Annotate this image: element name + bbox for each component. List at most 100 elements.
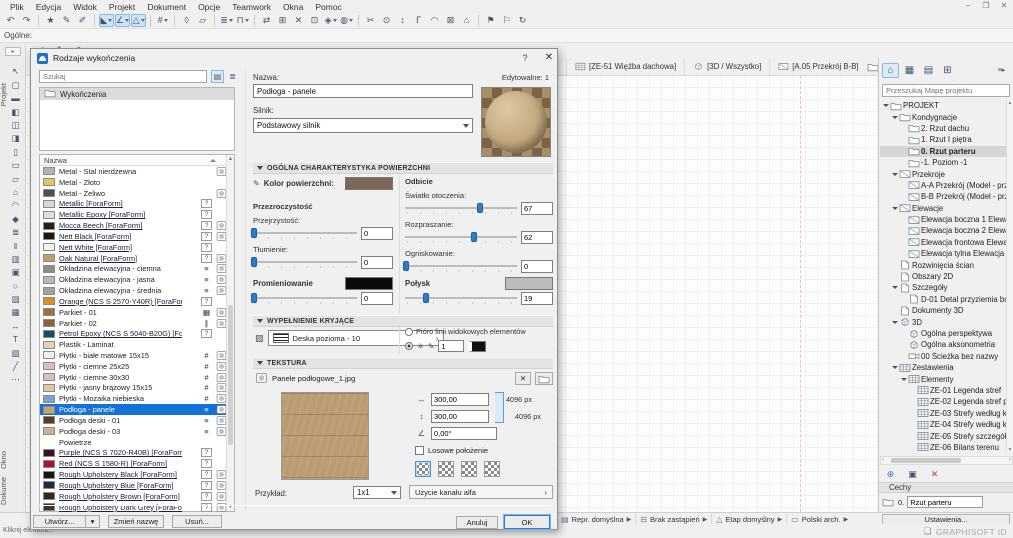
snap-grid-icon[interactable]: #: [155, 14, 170, 27]
railing-tool-icon[interactable]: ‖: [7, 239, 24, 252]
tree-item[interactable]: Ogólna perspektywa: [880, 328, 1006, 339]
tree-item[interactable]: 2. Rzut dachu: [880, 123, 1006, 134]
expand-caret-icon[interactable]: [892, 172, 898, 176]
undo-icon[interactable]: ↶: [3, 14, 18, 27]
marquee-tool-icon[interactable]: ▢: [7, 78, 24, 91]
texture-browse-button[interactable]: [535, 372, 553, 385]
material-row[interactable]: Okładzina elewacyjna - średnia ≡: [40, 285, 227, 296]
favorites-icon[interactable]: ★: [43, 14, 58, 27]
material-row[interactable]: Parkiet - 02 ∥: [40, 318, 227, 329]
tree-item[interactable]: Przekroje: [880, 168, 1006, 179]
text-tool-icon[interactable]: T: [7, 333, 24, 346]
view-map-icon[interactable]: ▦: [901, 63, 918, 78]
quick-option-etap-domy-lny[interactable]: △ Etap domyślny ▶: [711, 514, 786, 524]
surface-color-swatch[interactable]: [345, 177, 393, 190]
random-origin-checkbox[interactable]: [415, 446, 424, 455]
pick-up-parameters-icon[interactable]: ✐: [75, 14, 90, 27]
line-options-icon[interactable]: ◣: [99, 14, 114, 27]
palette-tab-dokument[interactable]: Dokume: [0, 477, 8, 505]
material-row[interactable]: Podłoga - panele ≡: [40, 404, 227, 416]
palette-header-icon[interactable]: ▸: [5, 47, 21, 56]
beam-tool-icon[interactable]: ▭: [7, 159, 24, 172]
materials-scrollbar[interactable]: ▲ ▼: [226, 155, 234, 511]
window-tool-icon[interactable]: ◫: [7, 119, 24, 132]
menu-pomoc[interactable]: Pomoc: [309, 2, 347, 12]
zone-tool-icon[interactable]: ▨: [7, 293, 24, 306]
minimize-icon[interactable]: –: [963, 1, 973, 10]
emission-slider[interactable]: [251, 292, 357, 305]
view-pen-radio[interactable]: [405, 327, 413, 336]
material-row[interactable]: Płytki - jasny brązowy 15x15 #: [40, 383, 227, 394]
emission-value[interactable]: [361, 292, 393, 305]
tree-item[interactable]: 00 Ścieżka bez nazwy: [880, 351, 1006, 362]
diffuse-slider[interactable]: [405, 231, 517, 244]
shell-tool-icon[interactable]: ◠: [7, 199, 24, 212]
menu-okna[interactable]: Okna: [277, 2, 309, 12]
menu-plik[interactable]: Plik: [4, 2, 30, 12]
project-map-icon[interactable]: ⌂: [882, 63, 899, 78]
section-surface-header[interactable]: OGÓLNA CHARAKTERYSTYKA POWIERZCHNI: [253, 162, 553, 174]
mirror-none-icon[interactable]: [415, 461, 431, 477]
properties-section-header[interactable]: Cechy: [879, 482, 1013, 493]
create-dropdown-icon[interactable]: ▾: [86, 515, 100, 528]
transparency-slider[interactable]: [251, 227, 357, 240]
fillet-icon[interactable]: ◠: [427, 14, 442, 27]
move-icon[interactable]: ⇄: [259, 14, 274, 27]
texture-height-input[interactable]: [431, 409, 489, 423]
material-row[interactable]: Mocca Beech [ForaForm]?: [40, 220, 227, 231]
tree-item[interactable]: Elewacja tylna Elewacja tylna (Mo: [880, 248, 1006, 259]
close-icon[interactable]: ✕: [999, 1, 1009, 10]
story-name-input[interactable]: [907, 496, 984, 508]
pen-color-swatch[interactable]: [468, 340, 487, 352]
lamp-tool-icon[interactable]: ○: [7, 279, 24, 292]
list-view-icon[interactable]: ≣: [226, 70, 239, 83]
navigator-menu-icon[interactable]: ≡▸: [993, 63, 1010, 78]
material-row[interactable]: Metallic Epoxy [ForaForm]?: [40, 209, 227, 220]
tree-item[interactable]: Elementy: [880, 373, 1006, 384]
expand-caret-icon[interactable]: [892, 320, 898, 324]
list-header[interactable]: Nazwa: [40, 155, 234, 166]
material-row[interactable]: Płytki - Mozaika niebieska #: [40, 393, 227, 404]
material-row[interactable]: Red (NCS S 1580-R) [ForaForm]?: [40, 458, 227, 469]
material-row[interactable]: Rough Upholstery Blue [ForaForm]?: [40, 480, 227, 491]
tree-item[interactable]: ZE-04 Strefy według kondygnacj: [880, 419, 1006, 430]
material-row[interactable]: Nett White [ForaForm]?: [40, 242, 227, 253]
pen-set-icon[interactable]: ✎: [59, 14, 74, 27]
material-row[interactable]: Płytki - ciemne 25x25 #: [40, 361, 227, 372]
tree-item[interactable]: -1. Poziom -1: [880, 157, 1006, 168]
menu-edycja[interactable]: Edycja: [30, 2, 68, 12]
delete-button[interactable]: Usuń...: [172, 515, 222, 528]
restore-icon[interactable]: ❐: [981, 1, 991, 10]
material-row[interactable]: Podłoga deski - 01 ≡: [40, 415, 227, 426]
material-row[interactable]: Oak Natural [ForaForm]?: [40, 253, 227, 264]
trace-reference-icon[interactable]: ▱: [195, 14, 210, 27]
ambient-value[interactable]: [521, 202, 553, 215]
tree-item[interactable]: Elewacja boczna 1 Elewacja boczn: [880, 214, 1006, 225]
tree-item[interactable]: B-B Przekrój (Model - przebudow: [880, 191, 1006, 202]
cancel-button[interactable]: Anuluj: [456, 516, 498, 529]
delete-item-icon[interactable]: ✕: [927, 468, 942, 481]
material-row[interactable]: Metal - Stal nierdzewna: [40, 166, 227, 177]
publisher-icon[interactable]: ⊞: [939, 63, 956, 78]
view-tab-2[interactable]: [3D / Wszystko]: [684, 58, 769, 75]
door-tool-icon[interactable]: ◧: [7, 105, 24, 118]
tree-item[interactable]: Dokumenty 3D: [880, 305, 1006, 316]
object-tool-icon[interactable]: ▣: [7, 266, 24, 279]
ambient-slider[interactable]: [405, 202, 517, 215]
navigator-search-input[interactable]: [882, 84, 1010, 97]
tab-overflow-menu[interactable]: [867, 62, 878, 72]
engine-select[interactable]: Podstawowy silnik: [253, 118, 473, 133]
attenuation-slider[interactable]: [251, 256, 357, 269]
arc-options-icon[interactable]: ∠: [115, 14, 131, 27]
tree-item[interactable]: Obszary 2D: [880, 271, 1006, 282]
material-row[interactable]: Płytki - ciemne 30x30 #: [40, 372, 227, 383]
select-tool-icon[interactable]: ↖: [7, 65, 24, 78]
create-button[interactable]: Utwórz...: [33, 515, 86, 528]
mesh-tool-icon[interactable]: ▦: [7, 306, 24, 319]
tree-item[interactable]: Rozwinięcia ścian: [880, 259, 1006, 270]
tree-item[interactable]: Ogólna aksonometria: [880, 339, 1006, 350]
expand-caret-icon[interactable]: [901, 377, 907, 381]
tree-item[interactable]: D-01 Detal przyziemia budynku (R: [880, 294, 1006, 305]
menu-teamwork[interactable]: Teamwork: [226, 2, 277, 12]
folder-view-icon[interactable]: ▤: [211, 70, 224, 83]
